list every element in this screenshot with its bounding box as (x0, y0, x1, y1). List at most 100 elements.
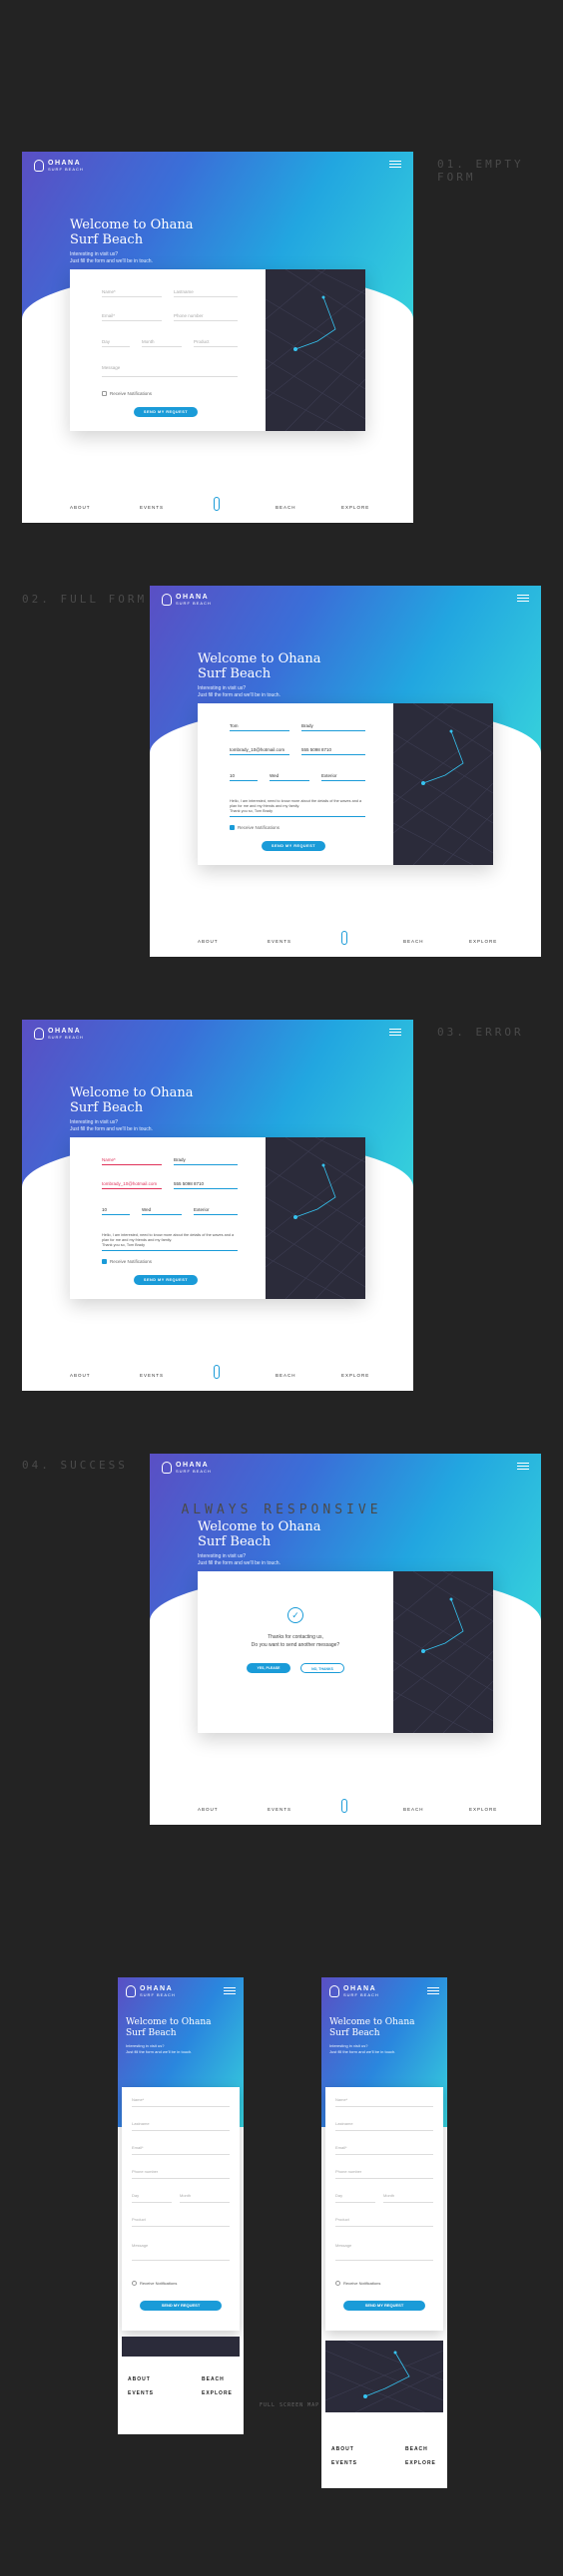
map-panel[interactable] (122, 2337, 240, 2357)
nav-beach[interactable]: BEACH (202, 2376, 225, 2382)
day-select[interactable]: 10 (230, 771, 258, 781)
brand-logo[interactable]: OHANA SURF BEACH (162, 1462, 212, 1474)
nav-about[interactable]: ABOUT (331, 2446, 354, 2452)
lastname-input[interactable]: Lastname (174, 287, 238, 297)
surfboard-icon (214, 497, 220, 511)
notifications-checkbox[interactable]: Receive Notifications (230, 825, 280, 830)
email-input[interactable]: tombrady_10@hotmail.com (102, 1179, 162, 1189)
menu-icon[interactable] (427, 1987, 439, 1996)
phone-input[interactable]: Phone number (132, 2169, 230, 2179)
lastname-input[interactable]: Lastname (335, 2121, 433, 2131)
month-select[interactable]: Month (142, 337, 182, 347)
step-label-full: 02. FULL FORM (22, 593, 148, 606)
map-panel[interactable] (266, 269, 365, 431)
menu-icon[interactable] (517, 595, 529, 604)
map-panel[interactable] (324, 2340, 444, 2421)
nav-about[interactable]: ABOUT (70, 505, 91, 510)
menu-icon[interactable] (389, 1029, 401, 1038)
month-select[interactable]: Month (383, 2193, 433, 2203)
nav-explore[interactable]: EXPLORE (469, 939, 497, 944)
month-select[interactable]: Wed (270, 771, 309, 781)
nav-beach[interactable]: BEACH (403, 939, 424, 944)
phone-input[interactable]: 555 5098 8710 (301, 745, 365, 755)
no-thanks-button[interactable]: NO, THANKS (300, 1663, 344, 1673)
send-request-button[interactable]: SEND MY REQUEST (134, 407, 198, 417)
name-input[interactable]: Name* (335, 2097, 433, 2107)
product-select[interactable]: Product (194, 337, 238, 347)
nav-about[interactable]: ABOUT (70, 1373, 91, 1378)
day-select[interactable]: Day (132, 2193, 172, 2203)
step-label-empty: 01. EMPTY FORM (437, 158, 524, 184)
nav-events[interactable]: EVENTS (140, 1373, 164, 1378)
message-input[interactable]: Message (102, 363, 238, 377)
map-panel[interactable] (393, 1571, 493, 1733)
message-input[interactable]: Hello, I am interested, need to know mor… (230, 799, 365, 817)
notifications-checkbox[interactable]: Receive Notifications (102, 1259, 152, 1264)
nav-events[interactable]: EVENTS (331, 2460, 357, 2466)
message-input[interactable]: Message (335, 2243, 433, 2261)
nav-explore[interactable]: EXPLORE (341, 505, 369, 510)
name-input[interactable]: Name* (102, 287, 162, 297)
nav-beach[interactable]: BEACH (276, 505, 296, 510)
email-input[interactable]: Email* (335, 2145, 433, 2155)
notifications-checkbox[interactable]: Receive Notifications (335, 2281, 380, 2286)
nav-events[interactable]: EVENTS (268, 1807, 291, 1812)
name-input[interactable]: Tom (230, 721, 289, 731)
product-select[interactable]: Product (335, 2217, 433, 2227)
send-request-button[interactable]: SEND MY REQUEST (134, 1275, 198, 1285)
lastname-input[interactable]: Lastname (132, 2121, 230, 2131)
name-input[interactable]: Name* (102, 1155, 162, 1165)
month-select[interactable]: Wed (142, 1205, 182, 1215)
day-select[interactable]: 10 (102, 1205, 130, 1215)
lastname-input[interactable]: Brady (301, 721, 365, 731)
notifications-checkbox[interactable]: Receive Notifications (132, 2281, 177, 2286)
nav-explore[interactable]: EXPLORE (469, 1807, 497, 1812)
product-select[interactable]: Exterior (194, 1205, 238, 1215)
product-select[interactable]: Exterior (321, 771, 365, 781)
message-input[interactable]: Message (132, 2243, 230, 2261)
day-select[interactable]: Day (335, 2193, 375, 2203)
lastname-input[interactable]: Brady (174, 1155, 238, 1165)
phone-input[interactable]: Phone number (174, 311, 238, 321)
nav-about[interactable]: ABOUT (128, 2376, 151, 2382)
nav-explore[interactable]: EXPLORE (202, 2390, 233, 2396)
nav-beach[interactable]: BEACH (403, 1807, 424, 1812)
message-input[interactable]: Hello, I am interested, need to know mor… (102, 1233, 238, 1251)
contact-card: Name* Brady tombrady_10@hotmail.com 555 … (70, 1137, 365, 1299)
nav-events[interactable]: EVENTS (268, 939, 291, 944)
nav-explore[interactable]: EXPLORE (405, 2460, 436, 2466)
nav-explore[interactable]: EXPLORE (341, 1373, 369, 1378)
brand-logo[interactable]: OHANA SURF BEACH (34, 160, 84, 172)
nav-beach[interactable]: BEACH (276, 1373, 296, 1378)
email-input[interactable]: Email* (132, 2145, 230, 2155)
brand-logo[interactable]: OHANA SURF BEACH (162, 594, 212, 606)
email-input[interactable]: Email* (102, 311, 162, 321)
map-graphic (393, 703, 493, 865)
nav-events[interactable]: EVENTS (128, 2390, 154, 2396)
nav-beach[interactable]: BEACH (405, 2446, 428, 2452)
brand-logo[interactable]: OHANA SURF BEACH (34, 1028, 84, 1040)
nav-events[interactable]: EVENTS (140, 505, 164, 510)
success-panel: ✓ Thanks for contacting us, Do you want … (198, 1571, 393, 1733)
map-panel[interactable] (393, 703, 493, 865)
nav-about[interactable]: ABOUT (198, 939, 219, 944)
send-request-button[interactable]: SEND MY REQUEST (343, 2301, 425, 2311)
month-select[interactable]: Month (180, 2193, 230, 2203)
menu-icon[interactable] (517, 1463, 529, 1472)
brand-logo[interactable]: OHANA SURF BEACH (126, 1985, 176, 1997)
phone-input[interactable]: 555 5098 8710 (174, 1179, 238, 1189)
day-select[interactable]: Day (102, 337, 130, 347)
map-panel[interactable] (266, 1137, 365, 1299)
notifications-checkbox[interactable]: Receive Notifications (102, 391, 152, 396)
yes-please-button[interactable]: YES, PLEASE (247, 1663, 290, 1673)
product-select[interactable]: Product (132, 2217, 230, 2227)
nav-about[interactable]: ABOUT (198, 1807, 219, 1812)
send-request-button[interactable]: SEND MY REQUEST (140, 2301, 222, 2311)
name-input[interactable]: Name* (132, 2097, 230, 2107)
brand-logo[interactable]: OHANA SURF BEACH (329, 1985, 379, 1997)
phone-input[interactable]: Phone number (335, 2169, 433, 2179)
menu-icon[interactable] (389, 161, 401, 170)
menu-icon[interactable] (224, 1987, 236, 1996)
send-request-button[interactable]: SEND MY REQUEST (262, 841, 325, 851)
email-input[interactable]: tombrady_10@hotmail.com (230, 745, 289, 755)
